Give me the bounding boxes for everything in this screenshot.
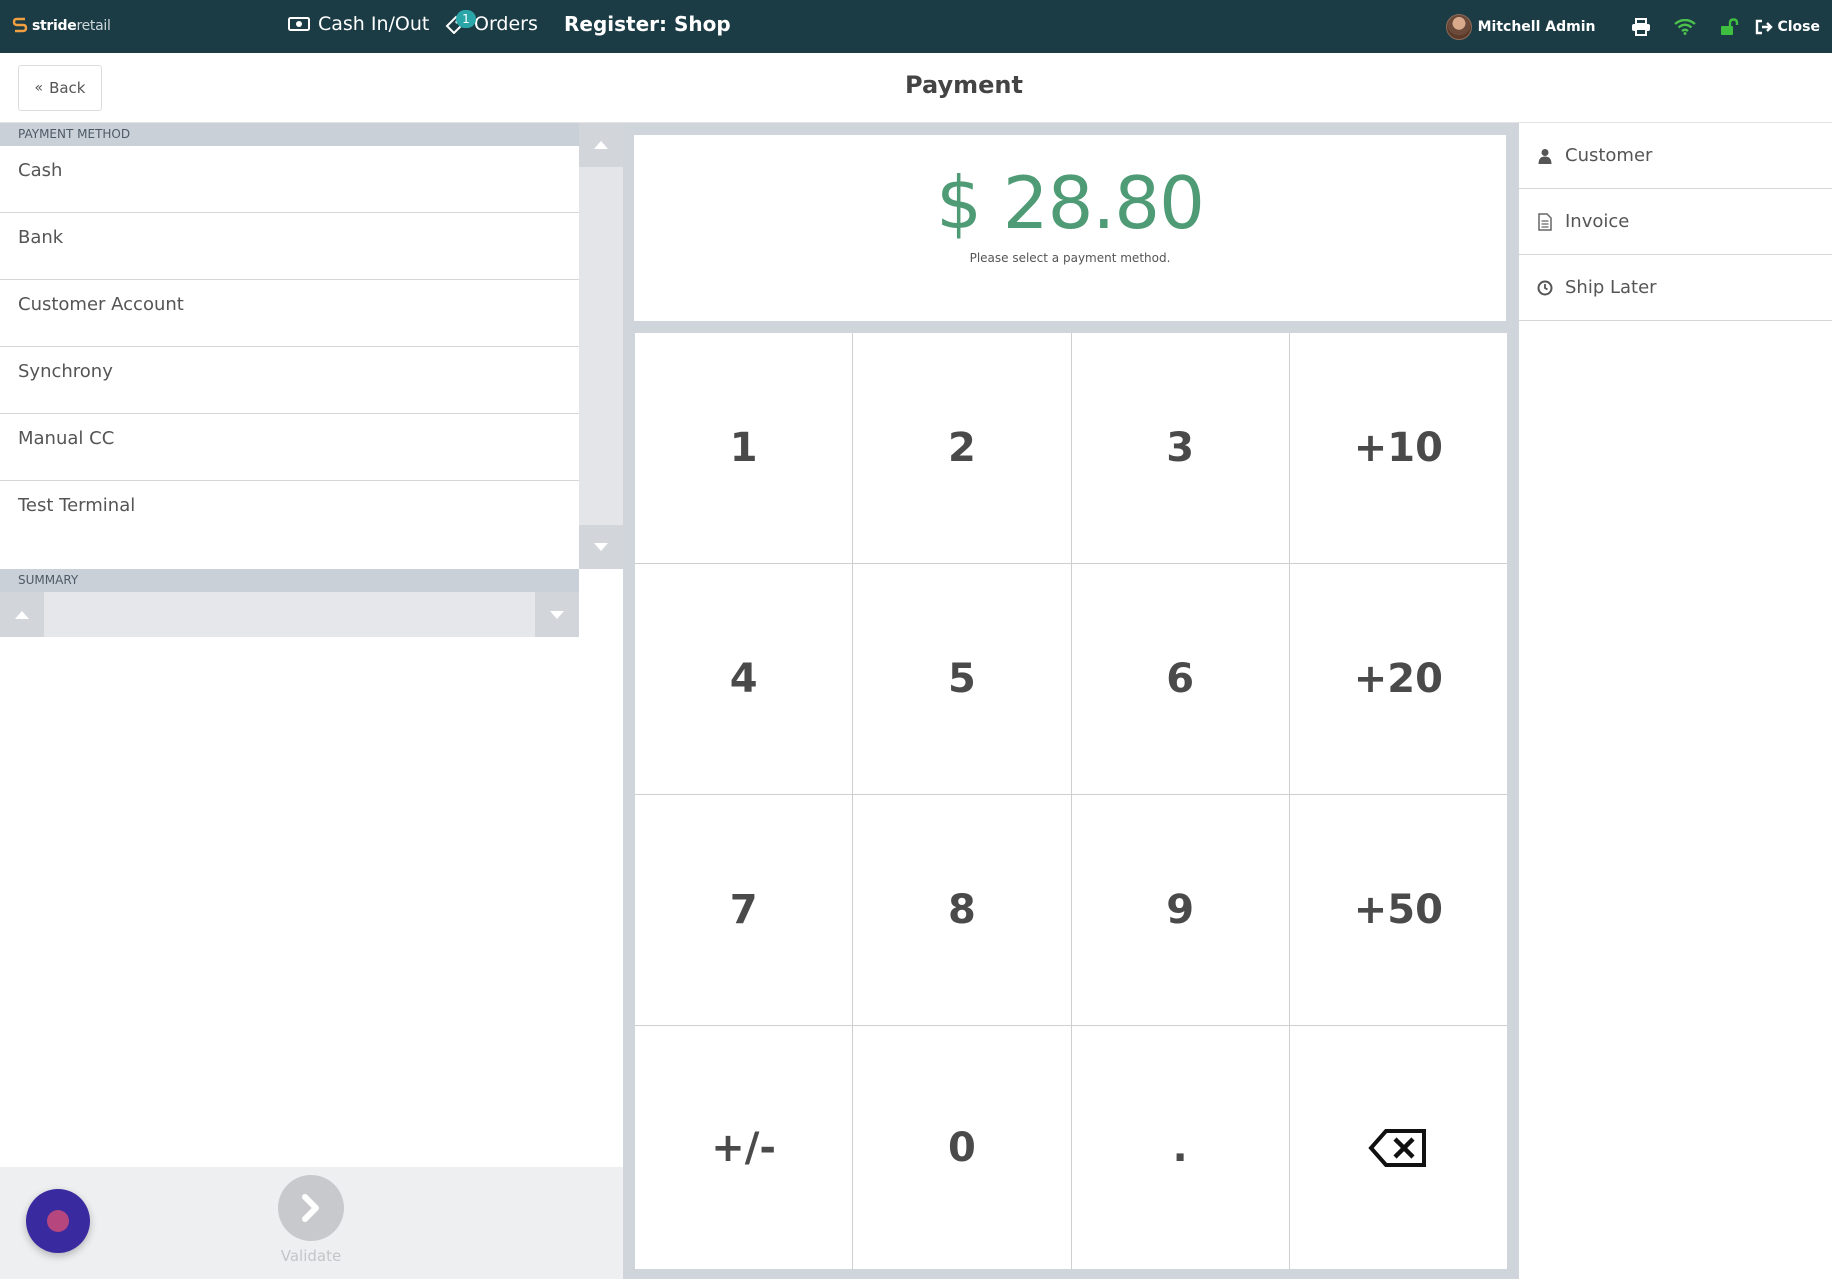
wifi-icon — [1674, 18, 1697, 35]
caret-up-icon — [594, 141, 608, 149]
invoice-button[interactable]: Invoice — [1519, 189, 1832, 255]
numpad-key-backspace[interactable] — [1289, 1026, 1507, 1269]
caret-down-icon — [594, 543, 608, 551]
assistant-button[interactable] — [26, 1189, 90, 1253]
close-button[interactable]: Close — [1755, 19, 1820, 35]
page-title: Payment — [905, 71, 1023, 99]
numpad-key-plus-20[interactable]: +20 — [1289, 564, 1507, 794]
payment-header: « Back Payment — [0, 53, 1832, 123]
numpad-key-0[interactable]: 0 — [853, 1026, 1071, 1269]
numpad-key-8[interactable]: 8 — [853, 795, 1071, 1025]
numpad: 1 2 3 +10 4 5 6 +20 7 8 9 +50 +/- 0 . — [635, 333, 1507, 1269]
cash-icon — [288, 17, 310, 31]
payment-method-bank[interactable]: Bank — [0, 213, 579, 280]
payment-method-synchrony[interactable]: Synchrony — [0, 347, 579, 414]
ship-later-label: Ship Later — [1565, 277, 1657, 298]
register-title: Register: Shop — [564, 12, 731, 36]
ship-later-button[interactable]: Ship Later — [1519, 255, 1832, 321]
payment-method-customer-account[interactable]: Customer Account — [0, 280, 579, 347]
numpad-key-plus-50[interactable]: +50 — [1289, 795, 1507, 1025]
payment-method-manual-cc[interactable]: Manual CC — [0, 414, 579, 481]
validate-button[interactable]: Validate — [276, 1175, 346, 1265]
logo-text-bold: stride — [32, 18, 77, 34]
print-button[interactable] — [1619, 0, 1663, 53]
orders-label: Orders — [474, 13, 538, 35]
user-name: Mitchell Admin — [1477, 18, 1596, 35]
bottom-action-bar: Validate — [0, 1167, 623, 1279]
payment-method-scrollbar[interactable] — [579, 123, 623, 569]
numpad-key-4[interactable]: 4 — [635, 564, 853, 794]
clock-icon — [1537, 280, 1553, 296]
payment-hint: Please select a payment method. — [969, 251, 1171, 265]
payment-method-test-terminal[interactable]: Test Terminal — [0, 481, 579, 548]
numpad-key-3[interactable]: 3 — [1071, 333, 1289, 563]
payment-options-panel: Customer Invoice Ship Later — [1519, 123, 1832, 1279]
scroll-down-button[interactable] — [579, 525, 623, 569]
validate-label: Validate — [280, 1247, 342, 1265]
customer-button[interactable]: Customer — [1519, 123, 1832, 189]
backspace-icon — [1368, 1128, 1427, 1167]
summary-scroll-up-button[interactable] — [0, 592, 44, 637]
lock-icon — [1721, 17, 1739, 35]
invoice-label: Invoice — [1565, 211, 1630, 232]
customer-label: Customer — [1565, 145, 1653, 166]
caret-down-icon — [550, 610, 564, 619]
file-text-icon — [1537, 212, 1553, 231]
close-label: Close — [1777, 18, 1820, 35]
numpad-key-2[interactable]: 2 — [853, 333, 1071, 563]
numpad-key-6[interactable]: 6 — [1071, 564, 1289, 794]
amount-due: $ 28.80 — [936, 161, 1205, 245]
payment-method-cash[interactable]: Cash — [0, 146, 579, 213]
numpad-key-decimal[interactable]: . — [1071, 1026, 1289, 1269]
caret-up-icon — [15, 610, 29, 619]
summary-scroll-down-button[interactable] — [535, 592, 579, 637]
printer-icon — [1632, 17, 1651, 36]
orders-button[interactable]: 1 Orders — [444, 10, 538, 35]
summary-section-label: SUMMARY — [0, 569, 579, 592]
strideretail-logo: strideretail — [12, 15, 111, 37]
orders-icon: 1 — [444, 10, 476, 35]
payment-methods-panel: PAYMENT METHOD Cash Bank Customer Accoun… — [0, 123, 623, 1279]
payment-method-section-label: PAYMENT METHOD — [0, 123, 579, 146]
orders-badge: 1 — [456, 10, 476, 28]
logo-text-light: retail — [76, 18, 111, 34]
numpad-key-7[interactable]: 7 — [635, 795, 853, 1025]
numpad-key-plus-minus[interactable]: +/- — [635, 1026, 853, 1269]
cash-in-out-button[interactable]: Cash In/Out — [288, 13, 429, 35]
top-bar: strideretail Cash In/Out 1 Orders Regist… — [0, 0, 1832, 53]
network-status[interactable] — [1663, 0, 1707, 53]
logo-icon — [12, 17, 28, 33]
numpad-key-plus-10[interactable]: +10 — [1289, 333, 1507, 563]
topbar-tools: Mitchell Admin Close — [1445, 0, 1820, 53]
numpad-key-9[interactable]: 9 — [1071, 795, 1289, 1025]
numpad-key-1[interactable]: 1 — [635, 333, 853, 563]
lock-button[interactable] — [1707, 0, 1751, 53]
summary-area — [0, 592, 579, 637]
assistant-icon — [47, 1210, 69, 1232]
avatar — [1445, 13, 1472, 40]
sign-out-icon — [1756, 19, 1774, 34]
user-menu[interactable]: Mitchell Admin — [1445, 13, 1596, 40]
payment-center-panel: $ 28.80 Please select a payment method. … — [623, 123, 1519, 1279]
amount-display: $ 28.80 Please select a payment method. — [634, 135, 1506, 321]
cash-in-out-label: Cash In/Out — [318, 13, 430, 35]
payment-method-list: Cash Bank Customer Account Synchrony Man… — [0, 146, 579, 548]
chevron-right-icon — [302, 1194, 319, 1222]
scroll-up-button[interactable] — [579, 123, 623, 167]
numpad-key-5[interactable]: 5 — [853, 564, 1071, 794]
user-icon — [1537, 148, 1553, 164]
